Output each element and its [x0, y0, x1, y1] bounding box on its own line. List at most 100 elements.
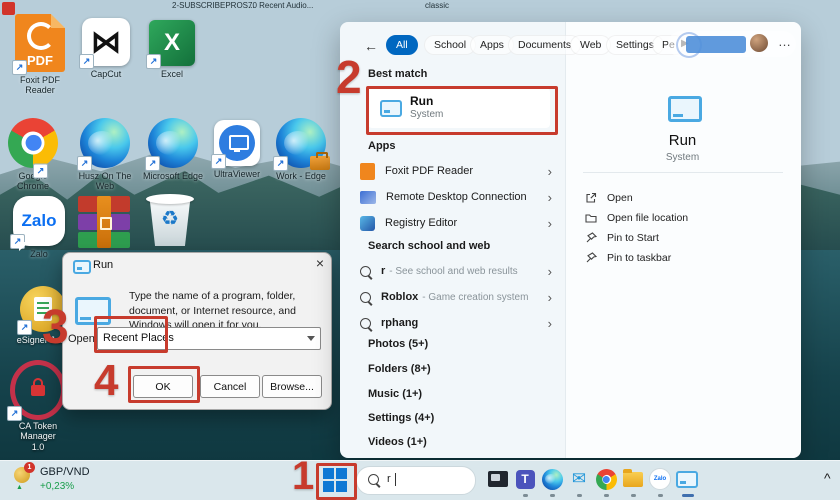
taskbar-icon-task-view[interactable]: [486, 467, 510, 491]
desktop-icon-capcut[interactable]: ⋈ ↗ CapCut: [76, 18, 136, 79]
taskbar-icon-teams[interactable]: T: [513, 467, 537, 491]
category-photos[interactable]: Photos (5+): [368, 338, 428, 350]
desktop-icon-foxit[interactable]: PDF ↗ Foxit PDF Reader: [8, 14, 72, 96]
search-icon: [360, 266, 371, 277]
action-open[interactable]: Open: [585, 188, 785, 208]
more-options-icon[interactable]: …: [778, 34, 791, 49]
lock-icon: [31, 385, 45, 396]
widgets-button[interactable]: 1 GBP/VND ▲ +0,23%: [14, 464, 134, 496]
annotation-box-ok: [128, 366, 200, 403]
desktop-icon-winrar[interactable]: [74, 196, 134, 248]
teams-icon: T: [516, 470, 535, 489]
shortcut-arrow-icon: ↗: [7, 406, 22, 421]
notification-badge: 1: [24, 462, 35, 473]
annotation-box-start: [316, 463, 357, 500]
shortcut-arrow-icon: ↗: [77, 156, 92, 171]
task-view-icon: [488, 471, 508, 487]
detail-subtitle: System: [565, 152, 800, 163]
tab-school[interactable]: School: [424, 35, 476, 55]
foxit-pdf-icon: [360, 163, 375, 180]
desktop-icon-excel[interactable]: X ↗ Excel: [144, 20, 200, 79]
action-pin-to-taskbar[interactable]: Pin to taskbar: [585, 248, 785, 268]
cancel-button[interactable]: Cancel: [200, 375, 260, 398]
chevron-right-icon: ›: [548, 290, 552, 305]
taskbar-icon-file-explorer[interactable]: [621, 467, 645, 491]
desktop-icon-microsoft-edge[interactable]: ↗ Microsoft Edge: [142, 118, 204, 181]
desktop-icon-label: UltraViewer: [214, 169, 260, 179]
watermark-banner: [686, 36, 746, 53]
text-caret: [395, 473, 396, 486]
shortcut-arrow-icon: ↗: [146, 54, 161, 69]
taskbar-icon-run[interactable]: [675, 467, 699, 491]
result-search-rphang[interactable]: rphang ›: [360, 310, 556, 336]
result-search-roblox[interactable]: Roblox - Game creation system ›: [360, 284, 556, 310]
shortcut-arrow-icon: ↗: [145, 156, 160, 171]
browse-button[interactable]: Browse...: [262, 375, 322, 398]
widget-change: +0,23%: [40, 481, 74, 492]
result-remote-desktop[interactable]: Remote Desktop Connection ›: [360, 184, 556, 210]
chevron-right-icon: ›: [548, 216, 552, 231]
result-foxit-pdf-reader[interactable]: Foxit PDF Reader ›: [360, 158, 556, 184]
annotation-step-4: 4: [94, 356, 118, 406]
chevron-down-icon[interactable]: [307, 336, 315, 341]
category-folders[interactable]: Folders (8+): [368, 363, 431, 375]
result-search-r[interactable]: r - See school and web results ›: [360, 258, 556, 284]
result-registry-editor[interactable]: Registry Editor ›: [360, 210, 556, 236]
taskbar-icon-chrome[interactable]: [594, 467, 618, 491]
taskbar-icon-zalo[interactable]: Zalo: [648, 467, 672, 491]
category-music[interactable]: Music (1+): [368, 388, 422, 400]
desktop-icon-label: CA Token Manager: [2, 421, 74, 442]
tray-chevron-icon[interactable]: ^: [824, 470, 831, 486]
annotation-step-1: 1: [292, 454, 314, 499]
folder-icon: [585, 212, 597, 224]
annotation-step-3: 3: [42, 300, 69, 355]
taskbar-search-value: r: [387, 473, 391, 485]
desktop-icon-google-chrome[interactable]: ↗ Google Chrome: [2, 118, 64, 192]
search-icon: [368, 474, 379, 485]
chrome-icon: ↗: [0, 109, 67, 177]
search-web-header: Search school and web: [368, 240, 490, 252]
taskbar-search-input[interactable]: r: [356, 466, 476, 495]
open-indicator: [550, 494, 555, 497]
shortcut-arrow-icon: ↗: [17, 320, 32, 335]
taskbar-icon-edge[interactable]: [540, 467, 564, 491]
category-videos[interactable]: Videos (1+): [368, 436, 427, 448]
apps-header: Apps: [368, 140, 396, 152]
desktop-icon-ultraviewer[interactable]: ↗ UltraViewer: [208, 120, 266, 179]
category-settings[interactable]: Settings (4+): [368, 412, 434, 424]
run-icon: [676, 471, 698, 488]
action-pin-to-start[interactable]: Pin to Start: [585, 228, 785, 248]
avatar[interactable]: [750, 34, 768, 52]
search-icon: [360, 292, 371, 303]
back-icon[interactable]: ←: [364, 38, 378, 54]
chevron-right-icon: ›: [548, 316, 552, 331]
close-icon[interactable]: ×: [311, 255, 329, 273]
edge-icon: ↗: [276, 118, 326, 168]
divider: [583, 172, 783, 173]
chevron-right-icon: ›: [548, 164, 552, 179]
desktop-icon-label: Work - Edge: [276, 171, 326, 181]
tab-all[interactable]: All: [386, 35, 418, 55]
desktop-label-cutoff-3: classic: [425, 1, 449, 10]
desktop-icon-label: CapCut: [91, 69, 122, 79]
chrome-icon: [592, 465, 621, 494]
registry-editor-icon: [360, 216, 375, 231]
desktop-icon-zalo[interactable]: Zalo ↗ Zalo: [8, 196, 70, 259]
mail-envelope-icon: ✉: [572, 469, 586, 489]
ca-token-icon: ↗: [10, 362, 66, 418]
chevron-right-icon: ›: [548, 190, 552, 205]
active-app-indicator: [682, 494, 694, 497]
desktop-icon-husz-on-the-web[interactable]: ↗ Husz On The Web: [72, 118, 138, 192]
ultraviewer-icon: ↗: [214, 120, 260, 166]
action-open-file-location[interactable]: Open file location: [585, 208, 785, 228]
annotation-box-run-result: [366, 86, 558, 135]
desktop-icon-recycle-bin[interactable]: ♻: [140, 192, 200, 248]
pin-icon: [585, 232, 597, 244]
desktop-icon-work-edge[interactable]: ↗ Work - Edge: [270, 118, 332, 181]
taskbar-icon-mail[interactable]: ✉: [567, 467, 591, 491]
shortcut-arrow-icon: ↗: [273, 156, 288, 171]
zalo-icon: Zalo ↗: [13, 196, 65, 246]
desktop-icon-label-line2: 1.0: [32, 442, 45, 452]
desktop-label-cutoff-2: 70 Recent Audio...: [248, 1, 313, 10]
capcut-icon: ⋈ ↗: [82, 18, 130, 66]
